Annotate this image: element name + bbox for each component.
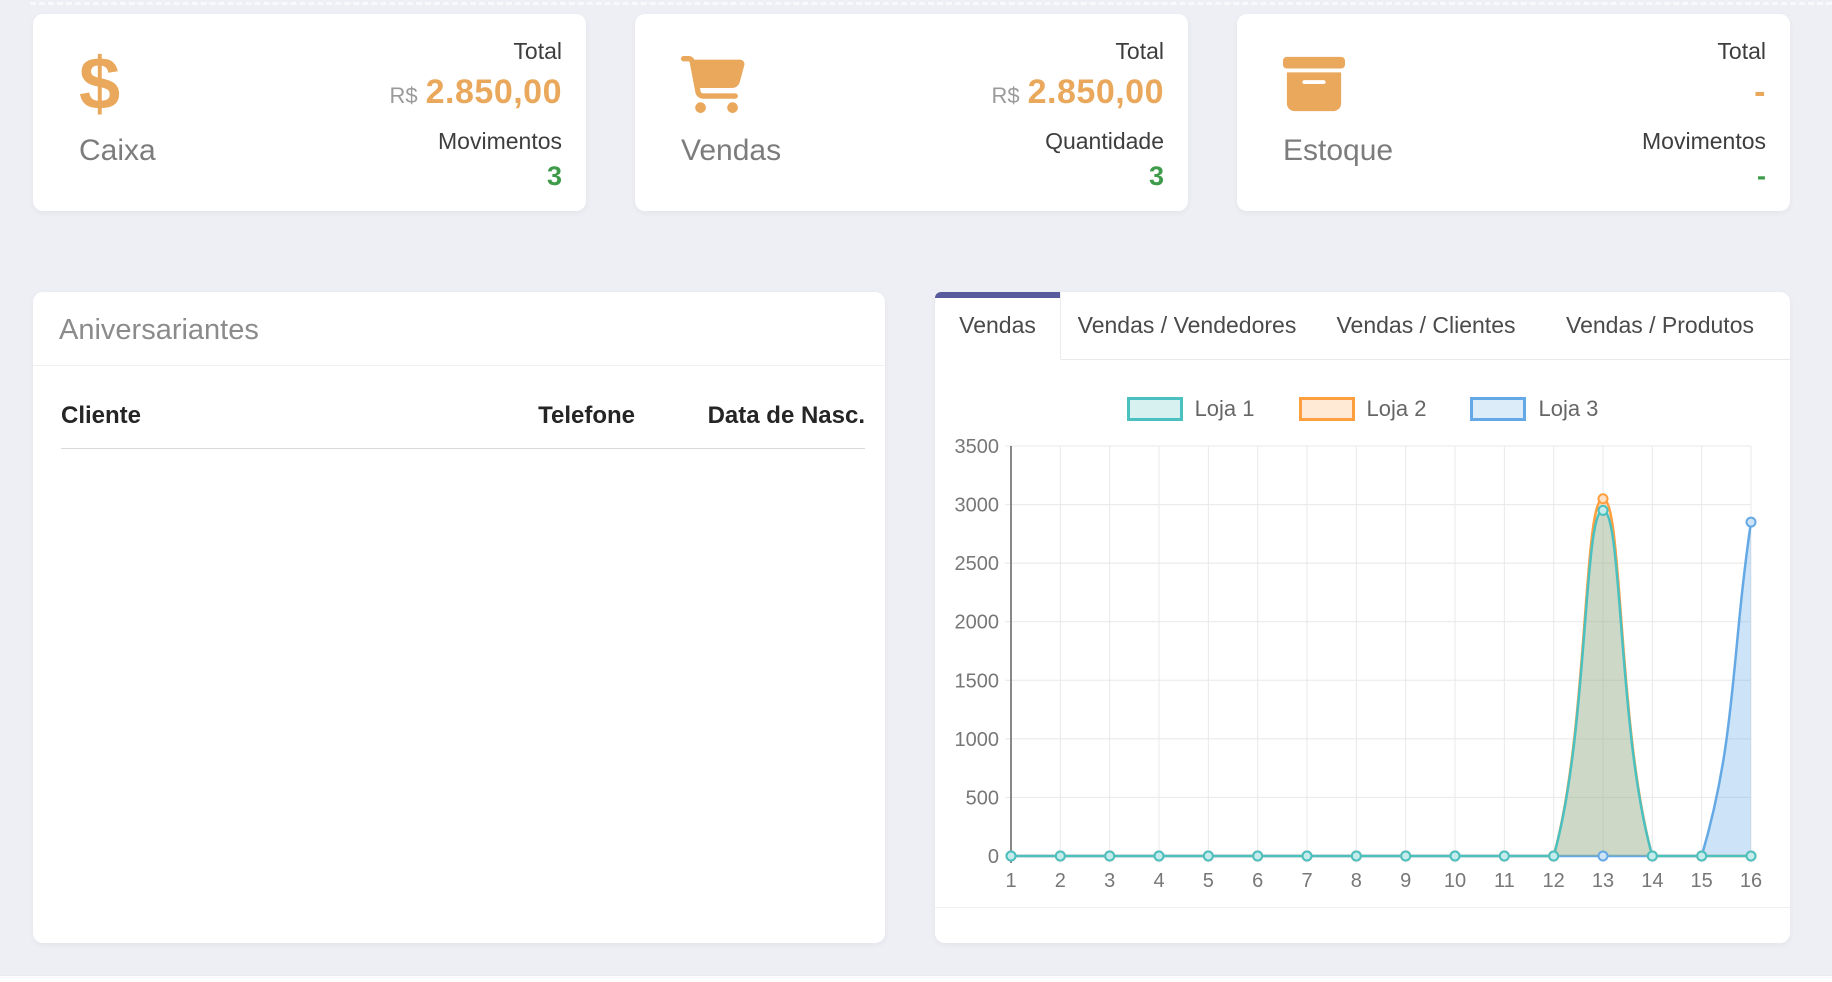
column-header-telefone: Telefone <box>475 402 635 430</box>
tab-vendas-produtos[interactable]: Vendas / Produtos <box>1539 292 1781 359</box>
svg-text:9: 9 <box>1400 870 1411 892</box>
footer-strip <box>0 975 1832 982</box>
svg-text:3000: 3000 <box>955 495 1000 517</box>
total-label: Total <box>1115 38 1164 65</box>
svg-text:15: 15 <box>1691 870 1713 892</box>
svg-text:2500: 2500 <box>955 553 1000 575</box>
archive-box-icon <box>1283 40 1393 128</box>
panel-inner-divider <box>935 907 1790 908</box>
quantidade-label: Quantidade <box>1045 128 1164 155</box>
dollar-sign-icon: $ <box>79 40 156 128</box>
total-label: Total <box>513 38 562 65</box>
svg-text:14: 14 <box>1641 870 1663 892</box>
svg-text:16: 16 <box>1740 870 1762 892</box>
movimentos-label: Movimentos <box>438 128 562 155</box>
legend-swatch <box>1470 397 1526 421</box>
total-value: - <box>1754 73 1766 112</box>
currency-prefix: R$ <box>992 83 1020 109</box>
tab-vendas-vendedores[interactable]: Vendas / Vendedores <box>1061 292 1313 359</box>
svg-text:500: 500 <box>966 787 999 809</box>
vendas-card: Vendas Total R$ 2.850,00 Quantidade 3 <box>635 14 1188 211</box>
tab-vendas-clientes[interactable]: Vendas / Clientes <box>1313 292 1539 359</box>
svg-text:12: 12 <box>1543 870 1565 892</box>
sales-tabs: Vendas Vendas / Vendedores Vendas / Clie… <box>935 292 1790 360</box>
birthdays-table-body <box>33 449 885 509</box>
svg-text:7: 7 <box>1301 870 1312 892</box>
legend-swatch <box>1127 397 1183 421</box>
movimentos-value: - <box>1757 161 1766 192</box>
quantidade-value: 3 <box>1149 161 1164 192</box>
svg-text:6: 6 <box>1252 870 1263 892</box>
column-header-data-nasc: Data de Nasc. <box>635 402 865 430</box>
svg-text:1500: 1500 <box>955 670 1000 692</box>
svg-text:5: 5 <box>1203 870 1214 892</box>
navbar-bottom-dashed-border <box>30 2 1832 5</box>
svg-text:10: 10 <box>1444 870 1466 892</box>
panel-title: Aniversariantes <box>33 292 885 366</box>
svg-text:13: 13 <box>1592 870 1614 892</box>
birthdays-table-header: Cliente Telefone Data de Nasc. <box>61 402 865 449</box>
shopping-cart-icon <box>681 40 781 128</box>
chart-area: Loja 1 Loja 2 Loja 3 0 500 1000 1500 2000 250… <box>935 360 1790 910</box>
svg-text:11: 11 <box>1494 870 1515 892</box>
card-title: Vendas <box>681 134 781 168</box>
svg-text:3500: 3500 <box>955 436 1000 458</box>
chart-legend: Loja 1 Loja 2 Loja 3 <box>951 394 1774 424</box>
svg-text:8: 8 <box>1351 870 1362 892</box>
currency-prefix: R$ <box>390 83 418 109</box>
movimentos-label: Movimentos <box>1642 128 1766 155</box>
sales-chart-panel: Vendas Vendas / Vendedores Vendas / Clie… <box>935 292 1790 943</box>
card-title: Estoque <box>1283 134 1393 168</box>
total-label: Total <box>1717 38 1766 65</box>
legend-item-loja-2[interactable]: Loja 2 <box>1299 396 1427 422</box>
legend-item-loja-3[interactable]: Loja 3 <box>1470 396 1598 422</box>
svg-text:0: 0 <box>988 846 999 868</box>
caixa-card: $ Caixa Total R$ 2.850,00 Movimentos 3 <box>33 14 586 211</box>
movimentos-value: 3 <box>547 161 562 192</box>
legend-item-loja-1[interactable]: Loja 1 <box>1127 396 1255 422</box>
total-value: 2.850,00 <box>426 73 562 112</box>
column-header-cliente: Cliente <box>61 402 475 430</box>
svg-text:1: 1 <box>1005 870 1016 892</box>
tab-vendas[interactable]: Vendas <box>935 292 1061 360</box>
svg-text:3: 3 <box>1104 870 1115 892</box>
legend-swatch <box>1299 397 1355 421</box>
svg-text:2000: 2000 <box>955 612 1000 634</box>
sales-line-chart: 0500100015002000250030003500123456789101… <box>951 432 1771 910</box>
svg-text:2: 2 <box>1055 870 1066 892</box>
svg-text:1000: 1000 <box>955 729 1000 751</box>
aniversariantes-panel: Aniversariantes Cliente Telefone Data de… <box>33 292 885 943</box>
svg-text:4: 4 <box>1153 870 1164 892</box>
card-title: Caixa <box>79 134 156 168</box>
total-value: 2.850,00 <box>1028 73 1164 112</box>
estoque-card: Estoque Total - Movimentos - <box>1237 14 1790 211</box>
